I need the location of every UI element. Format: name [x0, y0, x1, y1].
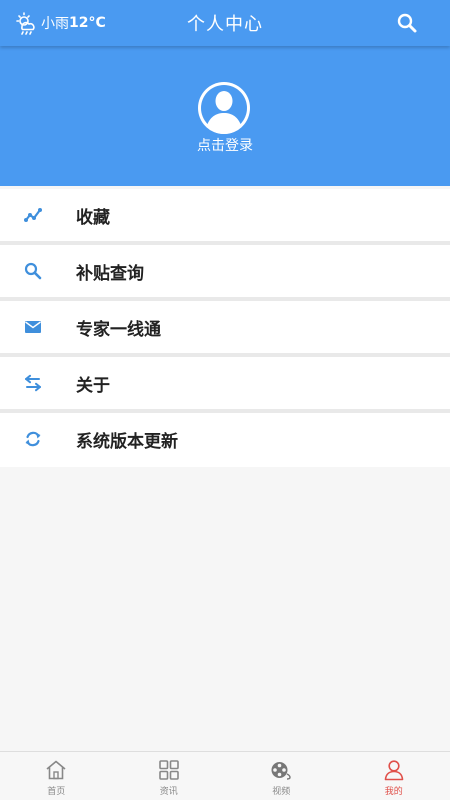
menu-item-favorites[interactable]: 收藏: [0, 189, 450, 245]
top-bar: 小雨 12°C 个人中心: [0, 0, 450, 46]
tab-home[interactable]: 首页: [0, 752, 113, 800]
tab-label: 资讯: [159, 787, 178, 797]
tab-label: 我的: [384, 787, 403, 797]
menu-item-about[interactable]: 关于: [0, 357, 450, 413]
grid-icon: [158, 760, 179, 780]
search-button[interactable]: [396, 12, 418, 34]
menu-item-label: 系统版本更新: [76, 432, 178, 452]
menu-item-label: 收藏: [76, 208, 110, 228]
search-icon: [397, 13, 417, 33]
home-icon: [46, 760, 66, 780]
tab-label: 视频: [272, 787, 291, 797]
default-avatar-icon: [198, 82, 250, 134]
user-icon: [384, 760, 404, 781]
tab-label: 首页: [47, 787, 66, 797]
tab-news[interactable]: 资讯: [113, 752, 226, 800]
tab-video[interactable]: 视频: [225, 752, 338, 800]
menu-item-label: 补贴查询: [76, 264, 144, 284]
menu-item-label: 关于: [76, 376, 110, 396]
profile-header: 小雨 12°C 个人中心 点击登录: [0, 0, 450, 186]
profile-menu: 收藏 补贴查询 专家一线通 关于 系统版本更新: [0, 189, 450, 467]
login-link[interactable]: 点击登录: [0, 135, 450, 155]
swap-arrows-icon: [25, 374, 41, 392]
page-title: 个人中心: [187, 14, 263, 35]
film-reel-icon: [271, 762, 291, 780]
search-icon: [24, 262, 42, 280]
menu-item-label: 专家一线通: [76, 320, 161, 340]
menu-item-version-update[interactable]: 系统版本更新: [0, 413, 450, 467]
trend-icon: [24, 208, 42, 222]
bottom-tab-bar: 首页 资讯 视频 我的: [0, 751, 450, 800]
menu-item-expert-hotline[interactable]: 专家一线通: [0, 301, 450, 357]
menu-item-subsidy-query[interactable]: 补贴查询: [0, 245, 450, 301]
mail-icon: [25, 321, 41, 333]
refresh-icon: [25, 431, 41, 447]
tab-mine[interactable]: 我的: [338, 752, 450, 800]
avatar[interactable]: [193, 80, 255, 136]
